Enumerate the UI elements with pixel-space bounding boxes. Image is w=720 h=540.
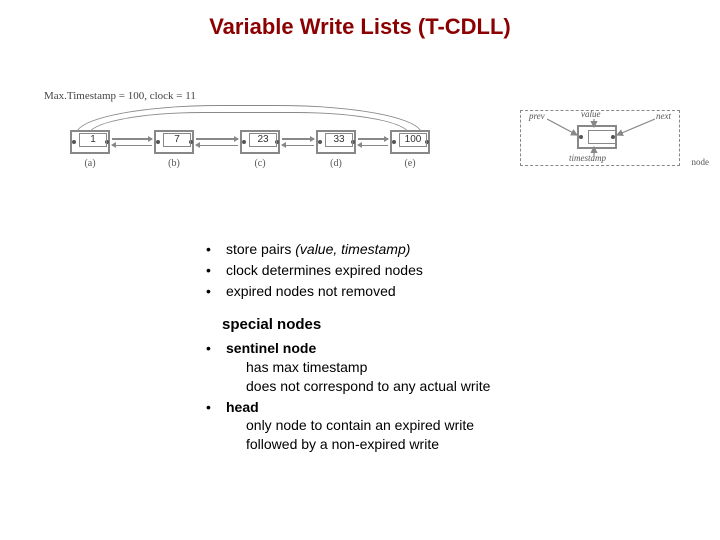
- special-bullets: sentinel node has max timestamp does not…: [188, 339, 588, 454]
- schema-node-label: node: [692, 157, 710, 167]
- main-bullets: store pairs (value, timestamp) clock det…: [188, 240, 588, 301]
- bullet-item: clock determines expired nodes: [206, 261, 588, 280]
- list-node-d: 33 (d): [316, 130, 356, 154]
- special-heading: special nodes: [222, 315, 588, 335]
- node-value: 7: [163, 133, 191, 147]
- node-label: (c): [240, 158, 280, 169]
- node-value: 23: [249, 133, 277, 147]
- bullet-item: store pairs (value, timestamp): [206, 240, 588, 259]
- sub-line: does not correspond to any actual write: [226, 377, 588, 396]
- schema-arrows: [521, 111, 681, 167]
- node-label: (b): [154, 158, 194, 169]
- node-value: 1: [79, 133, 107, 147]
- content: store pairs (value, timestamp) clock det…: [188, 240, 588, 468]
- bullet-item: sentinel node has max timestamp does not…: [206, 339, 588, 396]
- bullet-item: head only node to contain an expired wri…: [206, 398, 588, 455]
- node-schema: prev value next timestamp node: [520, 110, 680, 166]
- list-node-c: 23 (c): [240, 130, 280, 154]
- sub-line: only node to contain an expired write: [226, 416, 588, 435]
- node-value: 100: [399, 133, 427, 147]
- sub-line: has max timestamp: [226, 358, 588, 377]
- sub-line: followed by a non-expired write: [226, 435, 588, 454]
- list-node-a: 1 (a): [70, 130, 110, 154]
- link-ab: [112, 138, 152, 146]
- diagram-meta: Max.Timestamp = 100, clock = 11: [44, 90, 196, 102]
- list-node-e: 100 (e): [390, 130, 430, 154]
- node-label: (e): [390, 158, 430, 169]
- diagram: Max.Timestamp = 100, clock = 11 1 (a) 7 …: [40, 90, 680, 210]
- node-value: 33: [325, 133, 353, 147]
- slide-title: Variable Write Lists (T-CDLL): [0, 14, 720, 40]
- bullet-item: expired nodes not removed: [206, 282, 588, 301]
- node-label: (a): [70, 158, 110, 169]
- link-de: [358, 138, 388, 146]
- link-bc: [196, 138, 238, 146]
- link-cd: [282, 138, 314, 146]
- node-label: (d): [316, 158, 356, 169]
- list-node-b: 7 (b): [154, 130, 194, 154]
